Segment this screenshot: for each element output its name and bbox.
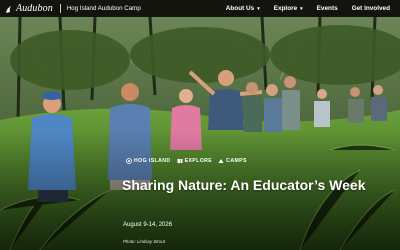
header-divider xyxy=(59,4,61,13)
nav-about-us[interactable]: About Us ▾ xyxy=(226,5,260,12)
nav-get-involved[interactable]: Get Involved xyxy=(352,5,390,12)
nav-explore-label: Explore xyxy=(273,5,298,12)
tag-hog-island[interactable]: HOG ISLAND xyxy=(126,158,171,164)
tag-explore[interactable]: EXPLORE xyxy=(177,158,213,164)
chevron-down-icon: ▾ xyxy=(257,5,260,12)
article-title: Sharing Nature: An Educator’s Week xyxy=(122,177,366,193)
egret-logo-icon xyxy=(6,5,11,13)
tag-camps[interactable]: CAMPS xyxy=(218,158,247,164)
nav-explore[interactable]: Explore ▾ xyxy=(274,5,303,12)
site-header: Audubon Hog Island Audubon Camp About Us… xyxy=(0,0,400,17)
tag-label: CAMPS xyxy=(226,158,247,164)
article-tags: HOG ISLAND EXPLORE CAMPS xyxy=(126,158,253,164)
tag-label: EXPLORE xyxy=(184,158,213,164)
nav-get-involved-label: Get Involved xyxy=(351,5,390,12)
chevron-down-icon: ▾ xyxy=(300,5,303,12)
camps-icon xyxy=(218,159,224,163)
pin-icon xyxy=(126,158,132,164)
nav-events[interactable]: Events xyxy=(317,5,338,12)
tag-label: HOG ISLAND xyxy=(134,158,171,164)
nav-about-us-label: About Us xyxy=(225,5,255,12)
site-link[interactable]: Hog Island Audubon Camp xyxy=(67,5,141,12)
nav-events-label: Events xyxy=(316,5,338,12)
audubon-logo[interactable]: Audubon xyxy=(4,3,53,14)
logo-text: Audubon xyxy=(16,3,53,14)
photo-credit: Photo: Lindsay Strout xyxy=(123,239,165,244)
explore-icon xyxy=(177,159,183,163)
main-nav: About Us ▾ Explore ▾ Events Get Involved xyxy=(219,5,397,12)
event-date: August 9-14, 2026 xyxy=(123,222,173,228)
hero-photo xyxy=(0,0,400,250)
